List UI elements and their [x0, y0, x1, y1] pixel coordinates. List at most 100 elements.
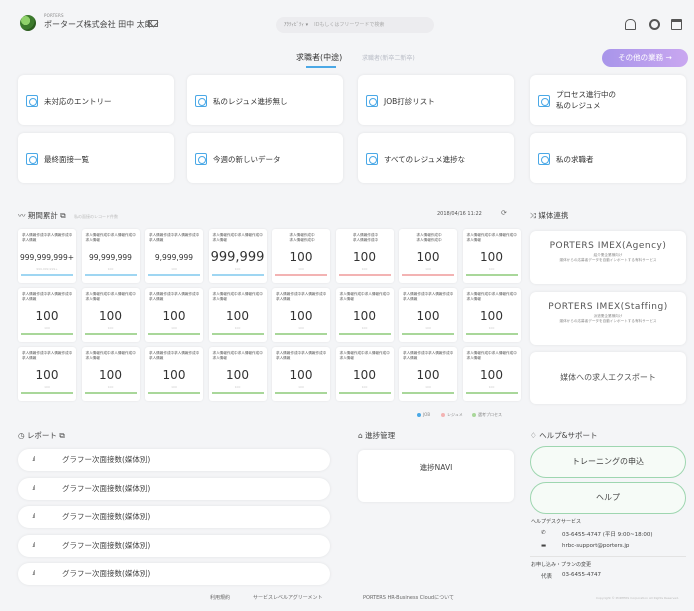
- stat-card[interactable]: 求人情報作成中求人情報作成中求人情報 100 100: [462, 347, 521, 401]
- progress-title: 進捗管理: [365, 431, 396, 440]
- legend-label: 選考プロセス: [478, 412, 502, 417]
- stat-accent-bar: [275, 333, 327, 335]
- report-item[interactable]: .ıl グラフー次面接数(媒体別): [18, 449, 330, 471]
- other-business-button[interactable]: その他の業務 →: [602, 49, 688, 67]
- stat-card[interactable]: 求人情報作成中求人情報作成中求人情報 100 100: [81, 288, 140, 342]
- stat-label: 求人情報作成中求人情報作成中求人情報: [276, 292, 327, 301]
- report-item[interactable]: .ıl グラフー次面接数(媒体別): [18, 563, 330, 585]
- terms-link[interactable]: 利用規約: [210, 594, 230, 601]
- stat-card[interactable]: 求人情報作成中求人情報作成中求人情報 100 100: [18, 288, 76, 342]
- help-button[interactable]: ヘルプ: [530, 482, 686, 514]
- stat-value: 999,999: [210, 250, 265, 265]
- stat-label: 求人情報作成中 求人情報作成中: [289, 233, 315, 242]
- stat-accent-bar: [21, 274, 73, 276]
- stat-label: 求人情報作成中求人情報作成中求人情報: [85, 351, 136, 360]
- refresh-icon[interactable]: ⟳: [501, 209, 507, 217]
- stat-card[interactable]: 求人情報作成中求人情報作成中求人情報 100 100: [145, 288, 203, 342]
- report-label: グラフー次面接数(媒体別): [62, 483, 151, 493]
- stat-label: 求人情報作成中求人情報作成中求人情報: [22, 351, 73, 360]
- stat-card[interactable]: 求人情報作成中求人情報作成中求人情報 9,999,999 100: [145, 229, 203, 283]
- stat-value: 100: [99, 309, 122, 323]
- stat-card[interactable]: 求人情報作成中求人情報作成中求人情報 100 100: [462, 229, 521, 283]
- window-icon[interactable]: [671, 19, 682, 30]
- search-input[interactable]: ｱｸﾃｨﾋﾞﾃｨ ▾ IDもしくはフリーワードで検索: [276, 17, 434, 33]
- stat-value: 100: [35, 309, 59, 323]
- header: PORTERS ポーターズ株式会社 田中 太郎 ｱｸﾃｨﾋﾞﾃｨ ▾ IDもしくは…: [0, 0, 694, 44]
- report-label: グラフー次面接数(媒体別): [62, 455, 151, 464]
- stat-card[interactable]: 求人情報作成中求人情報作成中求人情報 100 100: [272, 347, 330, 401]
- shortcut-card[interactable]: 私の求職者: [530, 133, 686, 183]
- media-card[interactable]: 媒体への求人エクスポート: [530, 352, 686, 404]
- stat-card[interactable]: 求人情報作成中 求人情報作成中 100 100: [335, 229, 394, 283]
- rep-phone[interactable]: 03-6455-4747: [562, 572, 601, 578]
- person-icon: [26, 153, 38, 165]
- media-card-title: PORTERS IMEX(Agency): [549, 241, 667, 251]
- media-card[interactable]: PORTERS IMEX(Staffing) 派遣業企業様向け 媒体からの応募者デー…: [530, 292, 686, 345]
- stat-value: 100: [226, 368, 249, 382]
- progress-navi-card[interactable]: 進捗NAVI: [358, 450, 514, 502]
- company-logo[interactable]: [20, 15, 36, 31]
- stat-card[interactable]: 求人情報作成中求人情報作成中求人情報 100 100: [399, 347, 457, 401]
- stat-card[interactable]: 求人情報作成中 求人情報作成中 100 100: [399, 229, 457, 283]
- media-card-description: 媒体からの応募者データを自動インポートする有料サービス: [559, 319, 657, 323]
- report-item[interactable]: .ıl グラフー次面接数(媒体別): [18, 534, 330, 557]
- report-item[interactable]: .ıl グラフー次面接数(媒体別): [18, 477, 330, 500]
- stat-value: 100: [226, 309, 249, 323]
- search-scope-select[interactable]: ｱｸﾃｨﾋﾞﾃｨ ▾: [284, 22, 308, 28]
- stats-section-title: 〰 期間累計 ⧉ 私の面接のレコード件数: [18, 210, 118, 221]
- stat-card[interactable]: 求人情報作成中求人情報作成中求人情報 999,999,999+ 999,999,99…: [18, 229, 76, 283]
- stat-card[interactable]: 求人情報作成中求人情報作成中求人情報 100 100: [208, 288, 267, 342]
- stat-label: 求人情報作成中 求人情報作成中: [416, 233, 442, 242]
- pulse-icon: 〰: [18, 211, 26, 220]
- stat-card[interactable]: 求人情報作成中求人情報作成中求人情報 999,999 100: [208, 229, 267, 283]
- gear-icon[interactable]: [649, 19, 660, 30]
- mail-icon[interactable]: [148, 20, 158, 27]
- tab-jobseeker-midcareer[interactable]: 求職者(中途): [296, 52, 342, 63]
- stat-footnote: 100: [234, 385, 241, 389]
- sla-link[interactable]: サービスレベルアグリーメント: [253, 594, 323, 601]
- stat-label: 求人情報作成中求人情報作成中求人情報: [22, 292, 73, 301]
- stat-card[interactable]: 求人情報作成中求人情報作成中求人情報 100 100: [208, 347, 267, 401]
- edit-icon[interactable]: ⧉: [59, 431, 64, 440]
- stat-label: 求人情報作成中求人情報作成中求人情報: [403, 351, 454, 360]
- shortcut-card[interactable]: 最終面接一覧: [18, 133, 174, 183]
- tab-jobseeker-newgrad[interactable]: 求職者(新卒二新卒): [362, 53, 415, 62]
- training-button[interactable]: トレーニングの申込: [530, 446, 686, 478]
- stat-value: 100: [289, 368, 313, 382]
- about-link[interactable]: PORTERS HR-Business Cloudについて: [363, 594, 454, 601]
- stat-card[interactable]: 求人情報作成中求人情報作成中求人情報 100 100: [462, 288, 521, 342]
- shortcut-card[interactable]: プロセス進行中の 私のレジュメ: [530, 75, 686, 125]
- person-icon: [538, 153, 550, 165]
- divider: [530, 556, 686, 557]
- stat-card[interactable]: 求人情報作成中求人情報作成中求人情報 100 100: [335, 347, 394, 401]
- active-tab-indicator: [306, 66, 336, 68]
- report-item[interactable]: .ıl グラフー次面接数(媒体別): [18, 506, 330, 528]
- edit-icon[interactable]: ⧉: [60, 211, 65, 220]
- media-section-title: ⤨ 媒体連携: [530, 210, 568, 221]
- stat-value: 100: [162, 368, 186, 382]
- media-card-description: 媒体からの応募者データを自動インポートする有料サービス: [559, 258, 657, 262]
- stat-card[interactable]: 求人情報作成中求人情報作成中求人情報 100 100: [399, 288, 457, 342]
- stat-card[interactable]: 求人情報作成中求人情報作成中求人情報 100 100: [335, 288, 394, 342]
- stat-value: 100: [353, 250, 376, 264]
- bell-icon[interactable]: [625, 19, 636, 30]
- shortcut-card[interactable]: すべてのレジュメ進捗な: [358, 133, 514, 183]
- helpdesk-phone[interactable]: 03-6455-4747 (平日 9:00~18:00): [562, 530, 653, 538]
- shortcut-card[interactable]: 私のレジュメ進捗無し: [187, 75, 343, 125]
- stat-accent-bar: [148, 392, 200, 394]
- stat-card[interactable]: 求人情報作成中求人情報作成中求人情報 100 100: [81, 347, 140, 401]
- stat-card[interactable]: 求人情報作成中求人情報作成中求人情報 100 100: [272, 288, 330, 342]
- shortcut-card[interactable]: 未対応のエントリー: [18, 75, 174, 125]
- legend-dot: [417, 413, 421, 417]
- legend-item: JOB: [417, 412, 430, 417]
- shortcut-card[interactable]: JOB打診リスト: [358, 75, 514, 125]
- shortcut-card[interactable]: 今週の新しいデータ: [187, 133, 343, 183]
- media-card[interactable]: PORTERS IMEX(Agency) 紹介業企業様向け 媒体からの応募者データを…: [530, 231, 686, 284]
- stat-card[interactable]: 求人情報作成中 求人情報作成中 100 100: [272, 229, 330, 283]
- stat-card[interactable]: 求人情報作成中求人情報作成中求人情報 100 100: [145, 347, 203, 401]
- stat-footnote: 100: [298, 267, 304, 271]
- helpdesk-email[interactable]: hrbc-support@porters.jp: [562, 543, 629, 549]
- stat-card[interactable]: 求人情報作成中求人情報作成中求人情報 99,999,999 100: [81, 229, 140, 283]
- stat-card[interactable]: 求人情報作成中求人情報作成中求人情報 100 100: [18, 347, 76, 401]
- stat-value: 100: [289, 309, 313, 323]
